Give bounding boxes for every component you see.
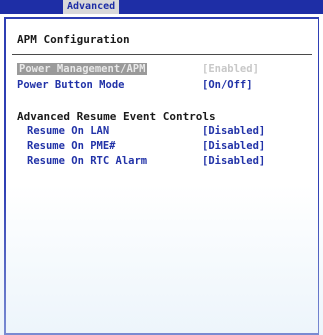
power-management-apm-value[interactable]: [Enabled] — [202, 63, 259, 75]
bios-menu-bar: Advanced — [0, 0, 323, 14]
title-divider — [12, 54, 312, 55]
power-button-mode-value[interactable]: [On/Off] — [202, 79, 253, 91]
tab-advanced[interactable]: Advanced — [63, 0, 120, 14]
resume-on-pme-label[interactable]: Resume On PME# — [27, 140, 116, 152]
panel-title: APM Configuration — [17, 33, 130, 46]
resume-on-rtc-alarm-label[interactable]: Resume On RTC Alarm — [27, 155, 147, 167]
apm-config-panel: APM Configuration Power Management/APM [… — [4, 17, 319, 335]
resume-event-section-title: Advanced Resume Event Controls — [17, 110, 216, 123]
bios-screen: Advanced APM Configuration Power Managem… — [0, 0, 323, 335]
resume-on-lan-value[interactable]: [Disabled] — [202, 125, 265, 137]
resume-on-rtc-alarm-value[interactable]: [Disabled] — [202, 155, 265, 167]
resume-on-lan-label[interactable]: Resume On LAN — [27, 125, 109, 137]
resume-on-pme-value[interactable]: [Disabled] — [202, 140, 265, 152]
power-management-apm-label[interactable]: Power Management/APM — [17, 63, 148, 75]
power-button-mode-label[interactable]: Power Button Mode — [17, 79, 124, 91]
